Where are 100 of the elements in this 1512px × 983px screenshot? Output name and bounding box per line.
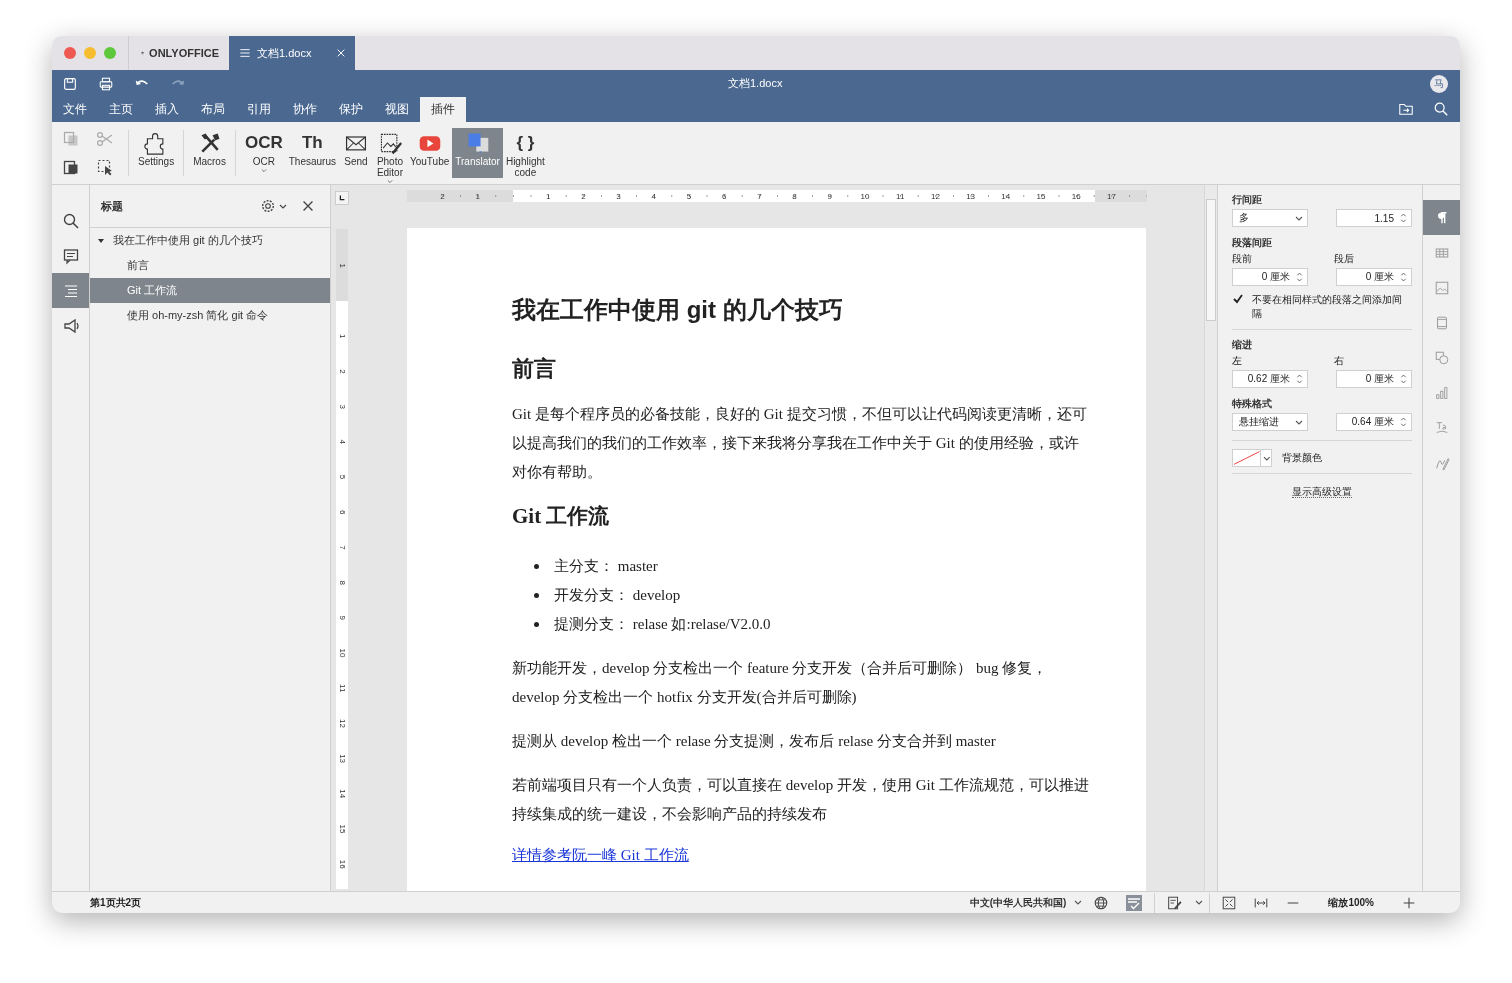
plugin-button[interactable]: Settings (135, 128, 178, 178)
document-tab-label: 文档1.docx (257, 45, 313, 61)
spin-arrows-icon (1296, 271, 1303, 283)
bullet-icon (534, 622, 539, 627)
save-icon[interactable] (62, 75, 78, 92)
select-all-icon[interactable] (96, 158, 114, 176)
dropdown[interactable]: 多 (1232, 209, 1308, 227)
sidebar-button[interactable] (1423, 200, 1460, 235)
comment-icon (61, 246, 80, 265)
paragraph: 提测从 develop 检出一个 relase 分支提测，发布后 relase 分支合并到 master (512, 732, 997, 751)
print-icon[interactable] (98, 75, 114, 92)
folder-icon[interactable] (1398, 101, 1414, 117)
caret-icon[interactable] (1195, 899, 1204, 906)
close-icon[interactable] (335, 47, 347, 59)
menu-tab[interactable]: 文件 (52, 97, 98, 122)
menu-tab[interactable]: 保护 (328, 97, 374, 122)
caret-icon (1295, 418, 1303, 426)
shapes-icon (1433, 349, 1450, 366)
spin-arrows-icon (1400, 373, 1407, 385)
field-label: 右 (1334, 354, 1345, 368)
globe-icon[interactable] (1093, 894, 1110, 911)
spin-field[interactable]: 0.62 厘米 (1232, 370, 1308, 388)
plugin-button[interactable]: Photo Editor (372, 128, 407, 178)
field-label: 左 (1232, 354, 1243, 368)
plugin-button[interactable]: Send (338, 128, 373, 178)
section-title: 段落间距 (1232, 236, 1273, 250)
paste-icon[interactable] (62, 158, 80, 176)
user-avatar[interactable]: 马 (1430, 74, 1448, 93)
close-window-button[interactable] (64, 47, 76, 59)
search-icon (61, 211, 80, 230)
plugin-button[interactable]: Th Thesaurus (285, 128, 339, 178)
spin-field[interactable]: 0.64 厘米 (1336, 413, 1412, 431)
plugin-button[interactable]: OCR OCR (241, 128, 286, 178)
color-picker[interactable] (1232, 449, 1272, 467)
plugin-button[interactable]: YouTube (406, 128, 453, 178)
page-count: 第1页共2页 (89, 895, 142, 910)
heading: Git 工作流 (512, 503, 611, 530)
spin-arrows-icon (1400, 212, 1407, 224)
menu-tab[interactable]: 主页 (98, 97, 144, 122)
caret-icon (1263, 454, 1271, 462)
tree-item[interactable]: 我在工作中使用 git 的几个技巧 (90, 228, 330, 253)
spellcheck-icon[interactable] (1125, 893, 1144, 912)
bullet-icon (534, 593, 539, 598)
menu-tab[interactable]: 协作 (282, 97, 328, 122)
paragraph: Git 是每个程序员的必备技能，良好的 Git 提交习惯，不但可以让代码阅读更清晰，还可以提高我们的我们的工作效率，接下来我将分享我在工作中关于 Git 的使用经验，或许对你有帮助。 (512, 405, 1088, 482)
tree-item[interactable]: Git 工作流 (90, 278, 330, 303)
fit-page-icon[interactable] (1221, 894, 1238, 911)
spin-field[interactable]: 0 厘米 (1336, 268, 1412, 286)
expand-triangle-icon[interactable] (97, 236, 105, 245)
menu-tab[interactable]: 视图 (374, 97, 420, 122)
paragraph: 若前端项目只有一个人负责，可以直接在 develop 开发，使用 Git 工作流规范，可以推进持续集成的统一建设，不会影响产品的持续发布 (512, 776, 1090, 824)
spin-field[interactable]: 0 厘米 (1232, 268, 1308, 286)
caret-icon[interactable] (279, 202, 287, 210)
tree-item[interactable]: 前言 (90, 253, 330, 278)
caret-icon[interactable] (1074, 899, 1083, 906)
checkbox[interactable] (1232, 293, 1244, 305)
tree-item[interactable]: 使用 oh-my-zsh 简化 git 命令 (90, 303, 330, 328)
thesaurus-icon: Th (301, 131, 323, 155)
field-label: 段后 (1334, 252, 1355, 266)
tab-stop-icon (338, 194, 346, 202)
dropdown[interactable]: 悬挂缩进 (1232, 413, 1308, 431)
heading: 前言 (512, 355, 557, 383)
vertical-ruler: 1 1 2 3 4 5 6 7 8 9 10 11 12 13 14 15 16 (336, 229, 348, 889)
section-title: 行间距 (1232, 193, 1263, 207)
menu-icon (239, 47, 251, 59)
ocr-icon: OCR (244, 131, 283, 155)
menu-tab[interactable]: 插入 (144, 97, 190, 122)
checkbox-label: 不要在相同样式的段落之间添加间隔 (1252, 293, 1403, 321)
caret-icon (1295, 214, 1303, 222)
plugin-button[interactable]: Translator (452, 128, 503, 178)
braces-icon: { } (516, 131, 535, 155)
document-tab[interactable]: 文档1.docx (229, 36, 355, 70)
language-button[interactable]: 中文(中华人民共和国) (969, 895, 1067, 910)
settings-icon[interactable] (260, 198, 276, 214)
paragraph: 新功能开发，develop 分支检出一个 feature 分支开发（合并后可删除） bug 修复，develop 分支检出一个 hotfix 分支开发(合并后可删除) (512, 659, 1049, 707)
search-icon[interactable] (1433, 101, 1449, 117)
window-title: 文档1.docx (728, 76, 783, 91)
megaphone-icon (61, 316, 80, 335)
scrollbar[interactable] (1204, 185, 1217, 891)
spin-arrows-icon (1296, 373, 1303, 385)
list-item: 主分支： master (554, 557, 658, 576)
menu-tab[interactable]: 插件 (420, 97, 466, 122)
plugin-button[interactable]: { } Highlight code (502, 128, 548, 178)
menu-tab[interactable]: 引用 (236, 97, 282, 122)
advanced-settings-link[interactable]: 显示高级设置 (1292, 486, 1352, 498)
menu-tab[interactable]: 布局 (190, 97, 236, 122)
chart-icon (1433, 384, 1450, 401)
section-title: 特殊格式 (1232, 397, 1273, 411)
tab-stop-button[interactable] (335, 191, 349, 205)
spin-field[interactable]: 1.15 (1336, 209, 1412, 227)
document-title: 我在工作中使用 git 的几个技巧 (512, 295, 844, 325)
horizontal-ruler: 2 1 1 2 3 4 5 6 7 8 9 10 11 12 13 14 15 16 17 (407, 190, 1147, 202)
field-label: 背景颜色 (1282, 451, 1322, 465)
bullet-icon (534, 564, 539, 569)
track-changes-icon[interactable] (1166, 894, 1183, 911)
section-title: 缩进 (1232, 338, 1253, 352)
field-label: 段前 (1232, 252, 1253, 266)
plugin-button[interactable]: Macros (190, 128, 229, 178)
image-icon (1433, 279, 1450, 296)
spin-field[interactable]: 0 厘米 (1336, 370, 1412, 388)
